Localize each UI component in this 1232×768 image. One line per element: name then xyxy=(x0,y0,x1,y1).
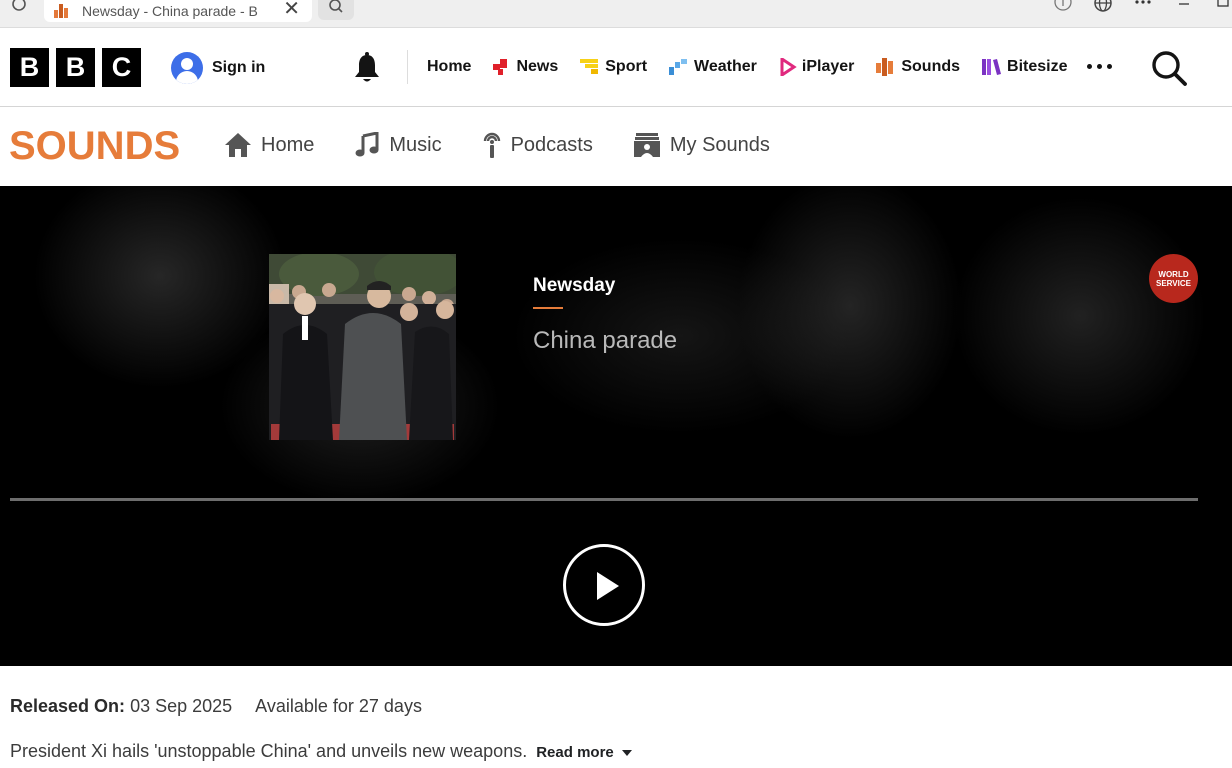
badge-line: SERVICE xyxy=(1156,278,1191,288)
bbc-nav-links: Home News Sport Weather iPlayer Sounds B… xyxy=(427,58,1090,76)
home-icon xyxy=(225,133,251,157)
sounds-nav-my-sounds[interactable]: My Sounds xyxy=(633,132,770,158)
sign-in-link[interactable]: Sign in xyxy=(171,52,265,84)
nav-sport[interactable]: Sport xyxy=(580,58,647,76)
browser-tab[interactable]: Newsday - China parade - B ✕ xyxy=(44,0,312,22)
browser-chrome: Newsday - China parade - B ✕ xyxy=(0,0,1232,28)
nav-label: News xyxy=(516,58,559,75)
nav-weather[interactable]: Weather xyxy=(669,58,757,76)
sounds-nav-home[interactable]: Home xyxy=(224,132,314,158)
released-label: Released On: xyxy=(10,696,126,716)
nav-iplayer[interactable]: iPlayer xyxy=(779,58,854,76)
sounds-nav-label: Home xyxy=(261,133,315,156)
bbc-global-nav: B B C Sign in Home News Sport Weather iP… xyxy=(0,28,1232,107)
bbc-logo-letter: B xyxy=(56,48,95,87)
nav-label: Bitesize xyxy=(1007,58,1068,75)
nav-label: Weather xyxy=(694,58,757,75)
badge-line: WORLD xyxy=(1158,269,1189,279)
sounds-nav-label: My Sounds xyxy=(669,133,770,156)
podcast-icon xyxy=(483,132,500,158)
bbc-logo[interactable]: B B C xyxy=(10,48,141,87)
account-icon xyxy=(171,52,203,84)
sounds-favicon-icon xyxy=(54,4,72,18)
read-more-label: Read more xyxy=(536,744,614,761)
tab-close-icon[interactable]: ✕ xyxy=(283,0,300,19)
bitesize-icon xyxy=(982,59,1002,75)
bbc-logo-letter: B xyxy=(10,48,49,87)
release-info: Released On: 03 Sep 2025 Available for 2… xyxy=(10,696,422,717)
notifications-bell-icon[interactable] xyxy=(352,52,382,84)
sounds-nav-links: Home Music Podcasts My Sounds xyxy=(224,131,810,159)
nav-label: Sport xyxy=(605,58,648,75)
episode-artwork xyxy=(269,254,456,440)
search-icon xyxy=(329,0,343,13)
availability: Available for 27 days xyxy=(255,696,422,716)
play-icon xyxy=(597,572,619,600)
tab-search-button[interactable] xyxy=(318,0,354,20)
more-menu-icon[interactable] xyxy=(1134,0,1154,14)
sounds-icon xyxy=(876,58,894,76)
nav-label: iPlayer xyxy=(801,58,855,75)
sounds-nav-label: Music xyxy=(389,133,442,156)
sounds-logo[interactable]: SOUNDS xyxy=(9,124,180,169)
more-nav-button[interactable] xyxy=(1087,64,1112,69)
summary-text: President Xi hails 'unstoppable China' a… xyxy=(10,741,528,761)
nav-home[interactable]: Home xyxy=(427,58,471,76)
reload-icon[interactable] xyxy=(10,0,28,18)
sounds-nav-music[interactable]: Music xyxy=(354,132,442,158)
nav-divider xyxy=(407,50,408,84)
nav-bitesize[interactable]: Bitesize xyxy=(982,58,1068,76)
read-more-button[interactable]: Read more xyxy=(536,744,632,761)
released-date: 03 Sep 2025 xyxy=(130,696,233,716)
music-note-icon xyxy=(355,132,379,157)
weather-icon xyxy=(669,59,688,75)
nav-label: Home xyxy=(427,58,472,75)
globe-icon[interactable] xyxy=(1093,0,1113,14)
sounds-nav-label: Podcasts xyxy=(510,133,593,156)
iplayer-icon xyxy=(780,58,797,76)
sounds-nav-podcasts[interactable]: Podcasts xyxy=(482,131,593,159)
bbc-logo-letter: C xyxy=(102,48,141,87)
world-service-badge: WORLD SERVICE xyxy=(1149,254,1198,303)
nav-label: Sounds xyxy=(901,58,961,75)
episode-title: China parade xyxy=(533,327,678,354)
sport-icon xyxy=(580,59,599,74)
minimize-icon[interactable] xyxy=(1174,0,1194,14)
caret-down-icon xyxy=(621,750,632,757)
play-button[interactable] xyxy=(563,544,645,626)
episode-brand[interactable]: Newsday xyxy=(533,275,615,297)
download-icon[interactable] xyxy=(1053,0,1073,14)
sign-in-label: Sign in xyxy=(212,59,266,76)
news-icon xyxy=(493,59,508,75)
nav-news[interactable]: News xyxy=(493,58,558,76)
nav-sounds[interactable]: Sounds xyxy=(876,58,960,76)
episode-player: Newsday China parade WORLD SERVICE xyxy=(0,186,1232,666)
tab-title: Newsday - China parade - B xyxy=(82,3,258,19)
progress-bar[interactable] xyxy=(10,498,1198,501)
episode-summary: President Xi hails 'unstoppable China' a… xyxy=(10,741,632,762)
search-icon[interactable] xyxy=(1148,48,1190,90)
maximize-icon[interactable] xyxy=(1214,0,1232,14)
my-sounds-icon xyxy=(633,133,660,157)
brand-underline xyxy=(533,307,563,309)
sounds-nav: SOUNDS Home Music Podcasts My Sounds xyxy=(0,108,1232,186)
